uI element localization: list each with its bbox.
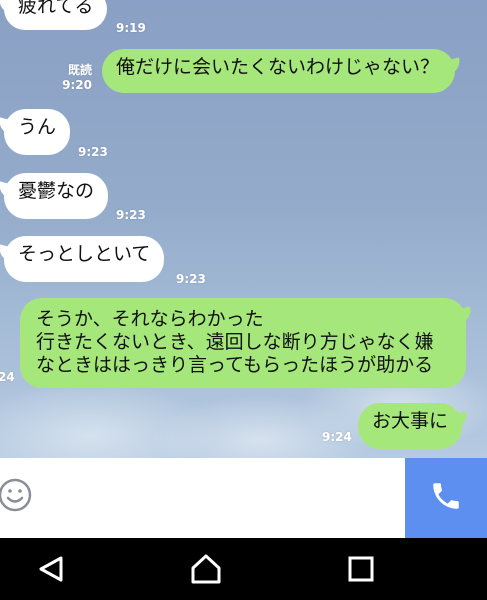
- message-time: 9:23: [176, 272, 206, 286]
- system-nav-bar: [0, 538, 487, 600]
- message-time: 9:23: [78, 145, 108, 159]
- incoming-message-bubble[interactable]: 疲れてる: [4, 0, 108, 30]
- message-text: そうか、それならわかった 行きたくないとき、遠回しな断り方じゃなく嫌 なときはは…: [36, 308, 434, 376]
- outgoing-message-bubble[interactable]: 俺だけに会いたくないわけじゃない？: [102, 49, 456, 93]
- call-button[interactable]: [405, 458, 487, 538]
- message-time: 9:24: [322, 430, 352, 444]
- message-text: 憂鬱なの: [18, 180, 95, 202]
- message-input-bar[interactable]: [0, 458, 487, 538]
- back-triangle-icon[interactable]: [34, 552, 68, 586]
- message-time: 24: [0, 370, 15, 384]
- message-text: 疲れてる: [18, 0, 94, 17]
- message-text: 俺だけに会いたくないわけじゃない？: [116, 56, 440, 78]
- message-time: 9:23: [116, 208, 146, 222]
- outgoing-message-bubble[interactable]: お大事に: [358, 403, 463, 449]
- chat-area[interactable]: 疲れてる 9:19 既読 9:20 俺だけに会いたくないわけじゃない？ うん 9…: [0, 0, 487, 458]
- message-text: そっとしといて: [18, 243, 151, 265]
- incoming-message-bubble[interactable]: そっとしといて: [4, 236, 165, 282]
- message-time: 9:20: [62, 78, 92, 92]
- message-time: 9:19: [116, 21, 146, 35]
- read-receipt: 既読: [67, 63, 92, 77]
- phone-icon: [429, 479, 463, 517]
- message-text: うん: [18, 116, 57, 138]
- incoming-message-bubble[interactable]: うん: [4, 109, 71, 155]
- smiley-icon[interactable]: [0, 478, 32, 512]
- outgoing-message-bubble[interactable]: そうか、それならわかった 行きたくないとき、遠回しな断り方じゃなく嫌 なときはは…: [20, 298, 466, 388]
- message-text: お大事に: [372, 410, 449, 432]
- home-icon[interactable]: [189, 552, 223, 586]
- incoming-message-bubble[interactable]: 憂鬱なの: [4, 173, 109, 219]
- recents-square-icon[interactable]: [344, 552, 378, 586]
